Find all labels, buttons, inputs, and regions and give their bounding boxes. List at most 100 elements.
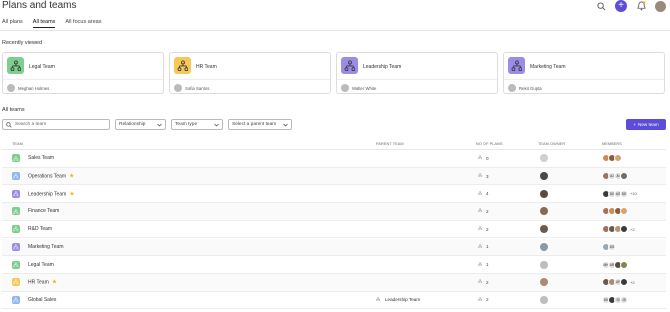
team-name[interactable]: HR Team ★ — [28, 279, 57, 286]
team-icon — [12, 260, 20, 269]
table-row[interactable]: Marketing Team 1 DS — [2, 238, 666, 257]
team-name[interactable]: Finance Team — [28, 208, 59, 214]
star-icon[interactable]: ★ — [69, 174, 74, 180]
team-icon — [7, 57, 24, 74]
team-name[interactable]: Leadership Team ★ — [28, 190, 75, 197]
members-avatars[interactable]: +2 — [602, 225, 635, 234]
team-name[interactable]: Operations Team ★ — [28, 173, 74, 180]
card-owner: Rekit Gupta — [508, 84, 542, 92]
members-avatars[interactable]: MH AR — [602, 260, 628, 269]
owner-avatar[interactable] — [540, 260, 548, 269]
tab-all-focus-areas[interactable]: All focus areas — [65, 19, 101, 28]
team-icon — [508, 57, 525, 74]
search-input[interactable]: Search a team — [2, 119, 110, 130]
tab-all-teams[interactable]: All teams — [32, 19, 56, 28]
members-avatars[interactable]: DK SI JS — [602, 295, 628, 304]
owner-avatar[interactable] — [540, 278, 548, 287]
owner-avatar[interactable] — [540, 172, 548, 181]
card-owner-name: Meghan Holmes — [18, 85, 50, 91]
owner-avatar[interactable] — [540, 225, 548, 234]
members-avatars[interactable]: DS — [602, 242, 616, 251]
members-avatars[interactable] — [602, 207, 628, 216]
owner-avatar[interactable] — [540, 242, 548, 251]
owner-avatar[interactable] — [540, 189, 548, 198]
table-row[interactable]: Global Sales Leadership Team 2 DK SI JS — [2, 292, 666, 310]
table-row[interactable]: Sales Team 0 — [2, 150, 666, 168]
table-row[interactable]: Operations Team ★ 3 AJ AI — [2, 167, 666, 186]
team-name[interactable]: Global Sales — [28, 297, 56, 303]
team-icon — [174, 57, 191, 74]
table-row[interactable]: Legal Team 1 MH AR — [2, 256, 666, 274]
team-icon — [12, 225, 20, 234]
team-icon — [12, 278, 20, 287]
star-icon[interactable]: ★ — [69, 191, 74, 197]
tab-bar: All plans All teams All focus areas — [2, 19, 102, 28]
col-parent-team: PARENT TEAM — [376, 142, 404, 146]
table-row[interactable]: R&D Team 2 +2 — [2, 221, 666, 239]
team-icon — [341, 57, 358, 74]
members-avatars[interactable] — [602, 154, 622, 163]
team-icon — [478, 279, 484, 285]
team-name-text: Finance Team — [28, 208, 60, 215]
top-toolbar: + — [595, 0, 666, 12]
team-icon — [12, 189, 20, 198]
team-name[interactable]: Sales Team — [28, 155, 54, 161]
team-icon — [12, 154, 20, 163]
team-name[interactable]: Marketing Team — [28, 244, 63, 250]
card-team-name: HR Team — [196, 64, 217, 70]
team-name-text: R&D Team — [28, 226, 53, 233]
table-row[interactable]: HR Team ★ 2 AF +2 — [2, 273, 666, 292]
plans-count-value: 2 — [486, 208, 489, 214]
recent-team-card[interactable]: Leadership Team Walter White — [336, 52, 498, 94]
recent-team-card[interactable]: HR Team Sofia Santos — [169, 52, 331, 94]
owner-avatar[interactable] — [540, 154, 548, 163]
more-members-count: +10 — [630, 191, 637, 197]
team-icon — [478, 173, 484, 179]
team-icon — [478, 297, 484, 303]
owner-avatar[interactable] — [540, 207, 548, 216]
user-avatar[interactable] — [655, 0, 666, 12]
members-avatars[interactable]: DK AG DE +10 — [602, 189, 637, 198]
recent-team-card[interactable]: Marketing Team Rekit Gupta — [503, 52, 665, 94]
recent-team-card[interactable]: Legal Team Meghan Holmes — [2, 52, 164, 94]
team-icon — [12, 207, 20, 216]
parent-team-dropdown[interactable]: Select a parent team — [228, 119, 292, 130]
member-avatar: DE — [620, 189, 628, 198]
tabs-divider — [0, 30, 670, 31]
team-icon — [478, 190, 484, 197]
team-icon — [376, 297, 382, 303]
team-icon — [478, 208, 484, 214]
create-plus-button[interactable]: + — [615, 0, 627, 12]
team-icon — [478, 261, 484, 268]
relationship-label: Relationship — [119, 122, 146, 127]
new-team-label: New team — [638, 122, 659, 127]
member-avatar: JS — [620, 295, 628, 304]
filter-bar: Search a team Relationship Team type Sel… — [2, 119, 292, 130]
members-avatars[interactable]: AF +2 — [602, 278, 635, 287]
parent-team[interactable]: Leadership Team — [376, 297, 420, 303]
team-icon — [478, 226, 484, 232]
members-avatars[interactable]: AJ AI — [602, 172, 628, 181]
table-row[interactable]: Leadership Team ★ 4 DK AG DE +10 — [2, 185, 666, 204]
team-name[interactable]: R&D Team — [28, 226, 52, 232]
tab-all-plans[interactable]: All plans — [2, 19, 23, 28]
table-row[interactable]: Finance Team 2 — [2, 203, 666, 221]
member-avatar — [620, 260, 628, 269]
all-teams-heading: All teams — [2, 107, 25, 113]
col-no-of-plans: NO OF PLANS — [476, 142, 503, 146]
team-type-label: Team type — [175, 122, 198, 127]
bell-icon[interactable] — [635, 0, 647, 12]
owner-avatar — [341, 84, 349, 92]
search-icon[interactable] — [595, 0, 607, 12]
relationship-dropdown[interactable]: Relationship — [115, 119, 166, 130]
parent-team-name: Leadership Team — [385, 297, 421, 303]
owner-avatar — [174, 84, 182, 92]
team-name[interactable]: Legal Team — [28, 262, 54, 268]
team-name-text: Sales Team — [28, 155, 55, 162]
owner-avatar[interactable] — [540, 295, 548, 304]
chevron-down-icon — [283, 123, 288, 126]
new-team-button[interactable]: + New team — [626, 119, 666, 130]
team-type-dropdown[interactable]: Team type — [171, 119, 223, 130]
star-icon[interactable]: ★ — [52, 280, 57, 286]
member-avatar: DS — [608, 242, 616, 251]
